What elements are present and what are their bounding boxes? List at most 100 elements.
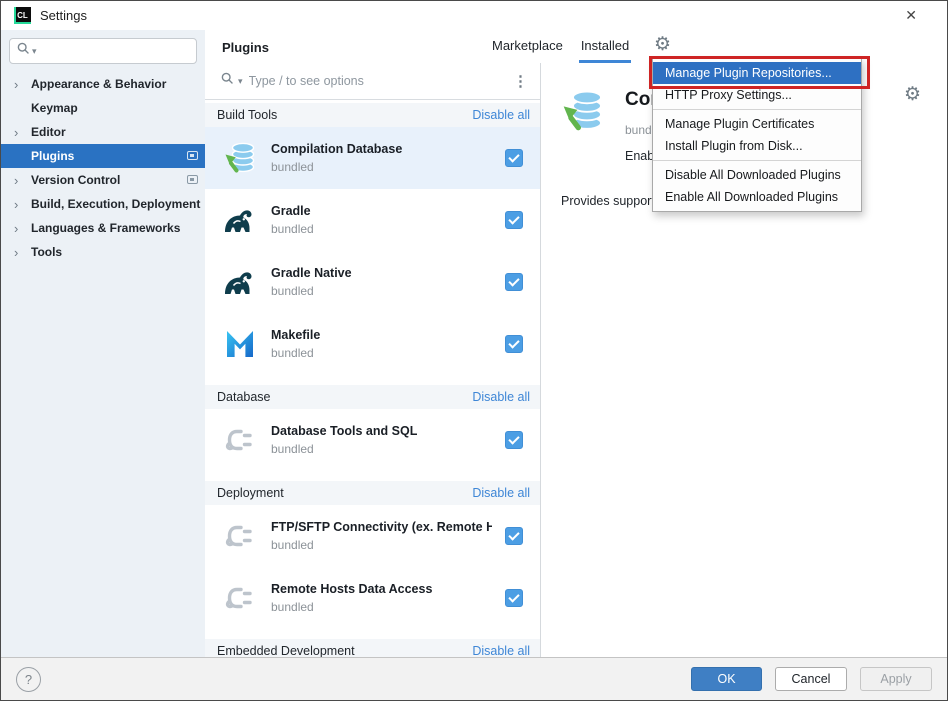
menu-item-http-proxy-settings[interactable]: HTTP Proxy Settings... [653,84,861,106]
plugin-row-gradle[interactable]: Gradle bundled [205,189,540,251]
settings-window: CL Settings ✕ ▾ ›Appearance & BehaviorKe… [0,0,948,701]
section-header-embedded-development: Embedded DevelopmentDisable all [205,639,540,659]
tab-marketplace[interactable]: Marketplace [490,30,565,63]
gear-menu: Manage Plugin Repositories...HTTP Proxy … [652,58,862,212]
window-title: Settings [40,8,87,23]
menu-item-install-plugin-from-disk[interactable]: Install Plugin from Disk... [653,135,861,157]
section-header-build-tools: Build Tools Disable all [205,103,540,127]
plugin-row-makefile[interactable]: Makefile bundled [205,313,540,375]
ok-button[interactable]: OK [691,667,762,691]
compilation-database-plugin-icon [559,87,607,135]
section-name: Database [217,390,271,404]
sidebar-item-label: Keymap [31,101,78,115]
plugin-tabs: Marketplace Installed [490,30,631,63]
clion-logo-icon: CL [14,7,31,24]
plugin-enabled-checkbox[interactable] [505,149,523,167]
plugin-row-remote-hosts-data-access[interactable]: Remote Hosts Data Accessbundled [205,567,540,629]
sidebar-item-plugins[interactable]: Plugins [1,144,205,168]
sidebar-item-version-control[interactable]: ›Version Control [1,168,205,192]
plugin-name: FTP/SFTP Connectivity (ex. Remote Ho... [271,520,492,534]
plugin-list-panel: ▾ ⋮ Build Tools Disable all Compilation D… [205,63,540,659]
chevron-right-icon: › [14,221,31,236]
sidebar-item-editor[interactable]: ›Editor [1,120,205,144]
sidebar-item-label: Editor [31,125,66,139]
plugin-search-input[interactable] [247,73,509,89]
settings-search-input[interactable] [39,43,189,59]
menu-item-manage-plugin-repositories[interactable]: Manage Plugin Repositories... [653,62,861,84]
plug-plugin-icon [222,580,258,616]
footer-bar: ? OK Cancel Apply [1,657,947,700]
plugin-name: Remote Hosts Data Access [271,582,492,596]
search-caret-icon: ▾ [32,47,37,56]
plugin-subtitle: bundled [271,284,492,298]
plugin-enabled-checkbox[interactable] [505,589,523,607]
compdb-plugin-icon [222,140,258,176]
search-caret-icon: ▾ [238,77,243,86]
disable-all-link[interactable]: Disable all [472,108,530,122]
sidebar-item-label: Appearance & Behavior [31,77,166,91]
menu-item-enable-all-downloaded-plugins[interactable]: Enable All Downloaded Plugins [653,186,861,208]
menu-item-manage-plugin-certificates[interactable]: Manage Plugin Certificates [653,113,861,135]
plugin-subtitle: bundled [271,160,492,174]
plugin-name: Gradle [271,204,492,218]
plugin-enabled-checkbox[interactable] [505,527,523,545]
sidebar-item-label: Plugins [31,149,74,163]
sidebar-item-languages-frameworks[interactable]: ›Languages & Frameworks [1,216,205,240]
settings-search-box[interactable]: ▾ [9,38,197,64]
sidebar-item-keymap[interactable]: Keymap [1,96,205,120]
plugin-enabled-checkbox[interactable] [505,211,523,229]
plugin-row-gradle-native[interactable]: Gradle Nativebundled [205,251,540,313]
sidebar-item-label: Version Control [31,173,120,187]
plugin-subtitle: bundled [271,222,492,236]
disable-all-link[interactable]: Disable all [472,644,530,658]
chevron-right-icon: › [14,245,31,260]
more-options-icon[interactable]: ⋮ [513,74,528,89]
apply-button[interactable]: Apply [860,667,932,691]
section-header-deployment: Deployment Disable all [205,481,540,505]
plugin-name: Compilation Database [271,142,492,156]
disable-all-link[interactable]: Disable all [472,390,530,404]
plugin-subtitle: bundled [271,346,492,360]
section-name: Build Tools [217,108,277,122]
sidebar-item-tools[interactable]: ›Tools [1,240,205,264]
plugins-gear-button[interactable]: ⚙ [654,34,671,57]
plugin-subtitle: bundled [271,538,492,552]
close-icon[interactable]: ✕ [905,7,917,24]
plug-plugin-icon [222,422,258,458]
plugin-enabled-checkbox[interactable] [505,335,523,353]
detail-gear-button[interactable]: ⚙ [904,83,921,106]
menu-item-disable-all-downloaded-plugins[interactable]: Disable All Downloaded Plugins [653,164,861,186]
modified-marker-icon [187,175,198,184]
plugin-row-compilation-database[interactable]: Compilation Database bundled [205,127,540,189]
tab-installed[interactable]: Installed [579,30,631,63]
chevron-right-icon: › [14,173,31,188]
plugin-search-row: ▾ ⋮ [205,63,540,100]
search-icon [221,72,234,90]
cancel-button[interactable]: Cancel [775,667,847,691]
plugin-row-database-tools-and-sql[interactable]: Database Tools and SQL bundled [205,409,540,471]
plugin-name: Database Tools and SQL [271,424,492,438]
sidebar-item-label: Languages & Frameworks [31,221,180,235]
plugin-enabled-checkbox[interactable] [505,431,523,449]
plugin-enabled-checkbox[interactable] [505,273,523,291]
menu-separator [653,109,861,110]
help-button[interactable]: ? [16,667,41,692]
section-name: Deployment [217,486,284,500]
chevron-right-icon: › [14,125,31,140]
plugin-subtitle: bundled [271,442,492,456]
modified-marker-icon [187,151,198,160]
plugin-row-ftp-sftp-connectivity-ex-remote-ho[interactable]: FTP/SFTP Connectivity (ex. Remote Ho... b… [205,505,540,567]
chevron-right-icon: › [14,77,31,92]
plugin-list: Build Tools Disable all Compilation Datab… [205,103,540,659]
search-icon [17,42,30,60]
sidebar-item-appearance-behavior[interactable]: ›Appearance & Behavior [1,72,205,96]
plugin-name: Makefile [271,328,492,342]
title-bar: CL Settings ✕ [1,1,947,30]
plug-plugin-icon [222,518,258,554]
sidebar-tree: ›Appearance & BehaviorKeymap›EditorPlugi… [1,72,205,264]
gradle-plugin-icon [222,202,258,238]
menu-separator [653,160,861,161]
page-title: Plugins [222,40,269,55]
disable-all-link[interactable]: Disable all [472,486,530,500]
sidebar-item-build-execution-deployment[interactable]: ›Build, Execution, Deployment [1,192,205,216]
